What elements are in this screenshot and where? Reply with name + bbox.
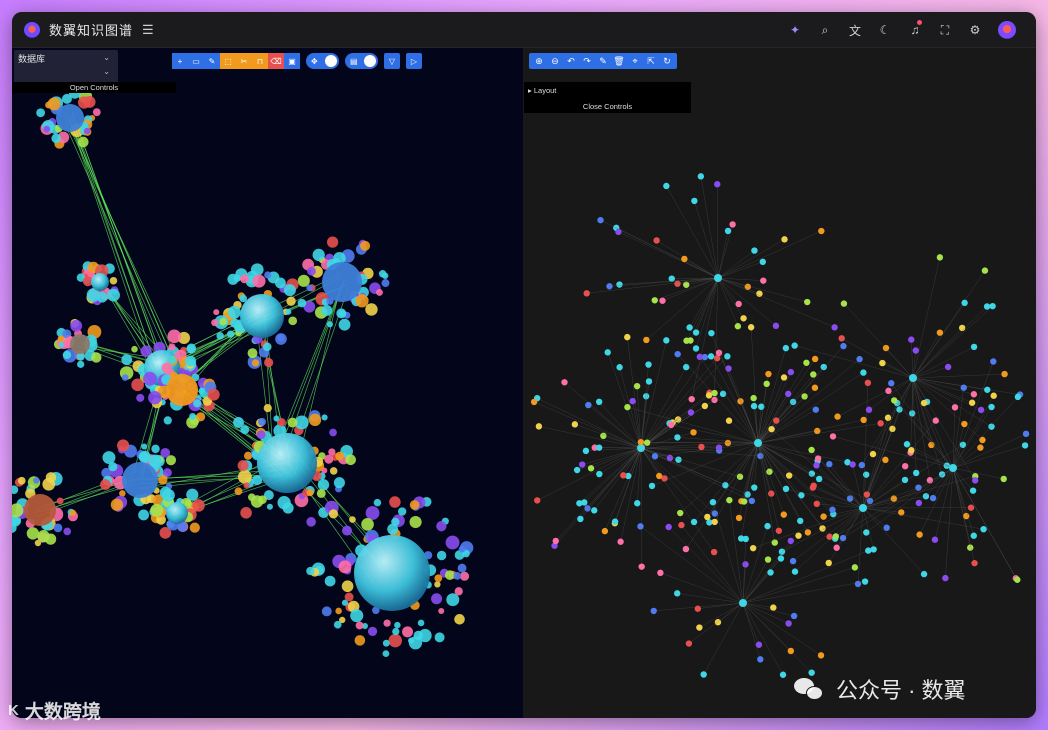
top-bar: 数翼知识图谱 ☰ ✦ ⌕ 文 ☾ ♫ ⛶ ⚙ <box>12 12 1036 48</box>
open-controls-button[interactable]: Open Controls <box>12 82 176 93</box>
layout-label: Layout <box>533 86 557 95</box>
search-icon[interactable]: ⌕ <box>810 23 840 38</box>
locate-icon[interactable]: ⌖ <box>627 53 643 69</box>
watermark-left-text: 大数跨境 <box>24 702 101 723</box>
sparkle-icon[interactable]: ✦ <box>780 23 810 37</box>
graph-panel-2d[interactable]: ⊕ ⊖ ↶ ↷ ✎ 🗑 ⌖ ⇱ ↻ ▸ Layout Close Control… <box>523 48 1036 718</box>
fullscreen-icon[interactable]: ⛶ <box>930 23 960 38</box>
folder-icon[interactable]: ▭ <box>188 53 204 69</box>
notification-dot <box>917 20 922 25</box>
graph-2d-toolbar: ⊕ ⊖ ↶ ↷ ✎ 🗑 ⌖ ⇱ ↻ <box>529 53 677 69</box>
play-icon[interactable]: ▷ <box>406 53 422 69</box>
cut-icon[interactable]: ✂ <box>236 53 252 69</box>
graph-panel-3d[interactable]: 数据库 ⌄ ⌄ Open Controls + ▭ ✎ ⬚ ✂ ⊓ ⌫ ▣ ✥ … <box>12 48 523 718</box>
chevron-down-icon[interactable]: ⌄ <box>103 67 110 76</box>
filter-icon[interactable]: ▽ <box>384 53 400 69</box>
watermark-right-text: 公众号 · 数翼 <box>836 678 966 703</box>
watermark-right: 公众号 · 数翼 <box>794 673 966 705</box>
export-icon[interactable]: ▣ <box>284 53 300 69</box>
translate-icon[interactable]: 文 <box>840 22 870 39</box>
graph-canvas-2d[interactable] <box>523 48 1036 718</box>
watermark-logo-icon: K <box>8 702 19 719</box>
header-actions: ✦ ⌕ 文 ☾ ♫ ⛶ ⚙ <box>780 12 1036 48</box>
wechat-icon <box>794 676 826 702</box>
move-toggle[interactable]: ✥ <box>306 53 339 69</box>
edit-icon[interactable]: ✎ <box>595 53 611 69</box>
redo-icon[interactable]: ↷ <box>579 53 595 69</box>
close-controls-button[interactable]: Close Controls <box>524 100 691 113</box>
layout-toggle[interactable]: ▸ Layout <box>524 82 691 100</box>
graph-canvas-3d[interactable] <box>12 48 523 718</box>
zoom-in-icon[interactable]: ⊕ <box>531 53 547 69</box>
export-icon[interactable]: ⇱ <box>643 53 659 69</box>
save-toggle[interactable]: ▤ <box>345 53 378 69</box>
avatar[interactable] <box>998 21 1016 39</box>
add-icon[interactable]: + <box>172 53 188 69</box>
chevron-down-icon[interactable]: ⌄ <box>103 53 110 62</box>
app-logo <box>24 21 40 38</box>
lock-icon[interactable]: ⊓ <box>252 53 268 69</box>
graph-toolbar: + ▭ ✎ ⬚ ✂ ⊓ ⌫ ▣ ✥ ▤ ▽ ▷ <box>172 53 422 69</box>
moon-icon[interactable]: ☾ <box>870 23 900 37</box>
delete-icon[interactable]: ⌫ <box>268 53 284 69</box>
database-selector[interactable]: 数据库 ⌄ ⌄ <box>14 50 118 84</box>
bell-icon[interactable]: ♫ <box>900 20 930 37</box>
refresh-icon[interactable]: ↻ <box>659 53 675 69</box>
settings-icon[interactable]: ⚙ <box>960 23 990 37</box>
zoom-out-icon[interactable]: ⊖ <box>547 53 563 69</box>
delete-icon[interactable]: 🗑 <box>611 53 627 69</box>
select-icon[interactable]: ⬚ <box>220 53 236 69</box>
menu-icon[interactable]: ☰ <box>142 22 154 38</box>
edit-icon[interactable]: ✎ <box>204 53 220 69</box>
database-label: 数据库 <box>18 54 46 64</box>
app-title: 数翼知识图谱 <box>49 23 134 38</box>
watermark-left: K 大数跨境 <box>8 697 101 724</box>
undo-icon[interactable]: ↶ <box>563 53 579 69</box>
app-window: 数翼知识图谱 ☰ ✦ ⌕ 文 ☾ ♫ ⛶ ⚙ 数据库 ⌄ ⌄ Open Cont… <box>12 12 1036 718</box>
